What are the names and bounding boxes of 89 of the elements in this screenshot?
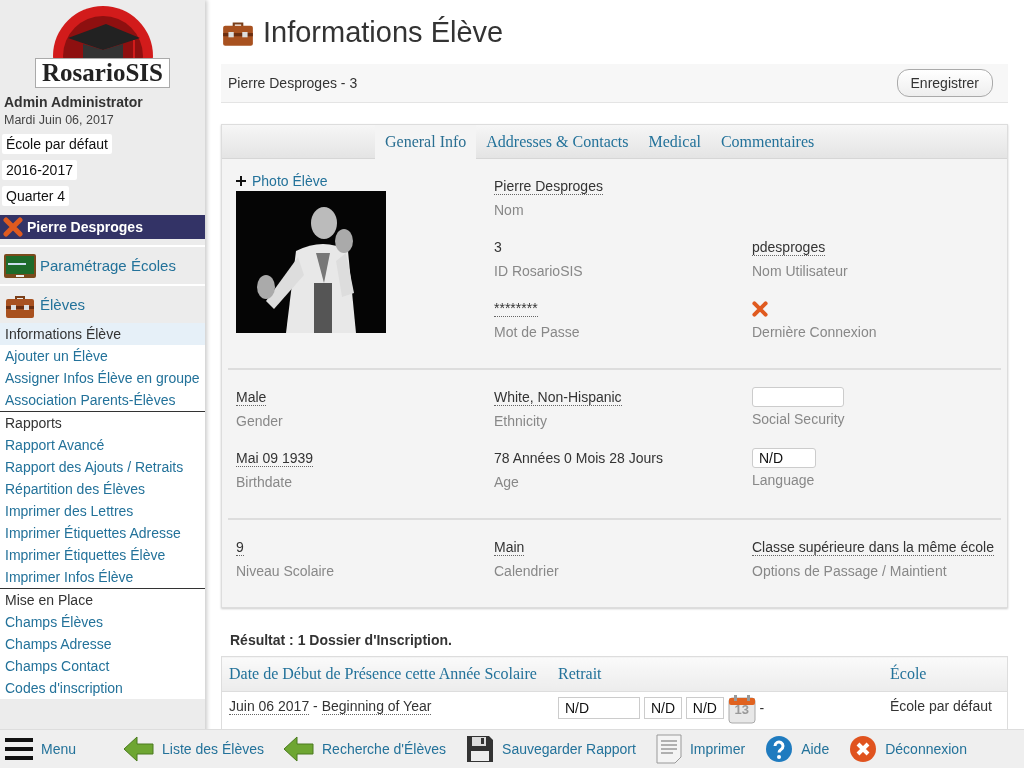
date-field[interactable]: N/D (643, 696, 682, 719)
menu-module[interactable]: Paramétrage Écoles (0, 245, 205, 284)
school-select[interactable]: 2016-2017 (2, 160, 77, 180)
field-label: Social Security (752, 410, 846, 429)
photo-link[interactable]: Photo Élève (236, 173, 494, 189)
field-value: 3 (494, 239, 502, 255)
field-value: 9 (236, 539, 244, 556)
field-value: Main (494, 539, 525, 556)
column-header[interactable]: Date de Début de Présence cette Année Scolaire (221, 656, 551, 692)
menu-item[interactable]: Champs Contact (0, 655, 205, 677)
field-label: Options de Passage / Maintient (752, 562, 948, 581)
date-field[interactable]: N/D (558, 696, 640, 719)
current-student-bar[interactable]: Pierre Desproges (0, 215, 205, 239)
input-field[interactable]: N/D (752, 448, 816, 468)
cross-icon[interactable] (3, 217, 23, 237)
cross-icon (849, 735, 878, 763)
menu-section-header: Rapports (0, 411, 205, 434)
menu-item[interactable]: Imprimer Infos Élève (0, 566, 205, 588)
logo-text: RosarioSIS (35, 58, 170, 88)
help-icon (765, 735, 794, 763)
user-name: Admin Administrator (3, 93, 144, 110)
save-button[interactable]: Enregistrer (896, 69, 993, 97)
field-value: ******** (494, 300, 538, 317)
cross-icon (752, 300, 768, 317)
school-select[interactable]: Quarter 4 (2, 186, 70, 206)
school-select[interactable]: École par défaut (2, 134, 112, 154)
menu-item[interactable]: Champs Adresse (0, 633, 205, 655)
menu-item[interactable]: Champs Élèves (0, 611, 205, 633)
student-header: Pierre Desproges - 3 (228, 75, 358, 91)
arrow-left-icon (124, 736, 155, 762)
menu-item[interactable]: Imprimer Étiquettes Adresse (0, 522, 205, 544)
toolbar-link[interactable]: Aide (765, 735, 830, 763)
menu-item[interactable]: Association Parents-Élèves (0, 389, 205, 411)
field-label: Calendrier (494, 562, 560, 581)
toolbar-link[interactable]: Sauvegarder Rapport (466, 735, 636, 763)
field-value: Pierre Desproges (494, 178, 603, 195)
page-title: Informations Élève (263, 15, 504, 49)
field-label: Age (494, 473, 520, 492)
column-header[interactable]: Retrait (551, 656, 883, 692)
menu-item[interactable]: Ajouter un Élève (0, 345, 205, 367)
separator-text: - (759, 699, 765, 716)
chalkboard-icon (4, 253, 36, 278)
menu-item[interactable]: Assigner Infos Élève en groupe (0, 367, 205, 389)
table-cell: École par défaut (883, 691, 1008, 731)
plus-icon (236, 176, 246, 186)
field-value: Male (236, 389, 267, 406)
menu-section-header: Mise en Place (0, 588, 205, 611)
field-label: Niveau Scolaire (236, 562, 336, 581)
field-label: Birthdate (236, 473, 294, 492)
field-label: Dernière Connexion (752, 323, 878, 342)
toolbar-link[interactable]: Déconnexion (849, 735, 967, 763)
menu-item[interactable]: Répartition des Élèves (0, 478, 205, 500)
save-icon (466, 735, 495, 763)
menu-item[interactable]: Informations Élève (0, 323, 205, 345)
date-value: Juin 06 2017 (229, 698, 310, 715)
arrow-left-icon (284, 736, 314, 762)
field-value: 78 Années 0 Mois 28 Jours (494, 450, 663, 466)
field-value: Classe supérieure dans la même école (752, 539, 994, 556)
toolbar-link[interactable]: Imprimer (655, 734, 746, 764)
input-field[interactable] (752, 387, 844, 407)
field-label: Language (752, 471, 816, 490)
field-label: ID RosarioSIS (494, 262, 584, 281)
field-value: White, Non-Hispanic (494, 389, 622, 406)
toolbar-link[interactable]: Recherche d'Élèves (284, 736, 447, 762)
date-field[interactable]: N/D (685, 696, 724, 719)
document-icon (655, 734, 682, 764)
tab[interactable]: Medical (638, 125, 711, 159)
field-label: Nom Utilisateur (752, 262, 849, 281)
field-label: Mot de Passe (494, 323, 581, 342)
current-date: Mardi Juin 06, 2017 (3, 112, 115, 129)
toolbar-link[interactable]: Liste des Élèves (124, 736, 264, 762)
menu-item[interactable]: Imprimer Étiquettes Élève (0, 544, 205, 566)
separator-text: - (313, 698, 318, 714)
field-value: pdesproges (752, 239, 826, 256)
menu-item[interactable]: Imprimer des Lettres (0, 500, 205, 522)
tab[interactable]: Addresses & Contacts (476, 125, 639, 159)
toolbar-link[interactable]: Menu (5, 737, 77, 761)
result-count: Résultat : 1 Dossier d'Inscription. (230, 632, 453, 648)
field-label: Gender (236, 412, 284, 431)
menu-item[interactable]: Rapport des Ajouts / Retraits (0, 456, 205, 478)
enrollment-type: Beginning of Year (321, 698, 432, 715)
column-header[interactable]: École (883, 656, 1008, 692)
menu-item[interactable]: Rapport Avancé (0, 434, 205, 456)
field-label: Nom (494, 201, 525, 220)
menu-icon (5, 737, 33, 761)
field-value: Mai 09 1939 (236, 450, 314, 467)
tab[interactable]: Commentaires (710, 125, 825, 159)
field-label: Ethnicity (494, 412, 548, 431)
menu-item[interactable]: Codes d'inscription (0, 677, 205, 699)
